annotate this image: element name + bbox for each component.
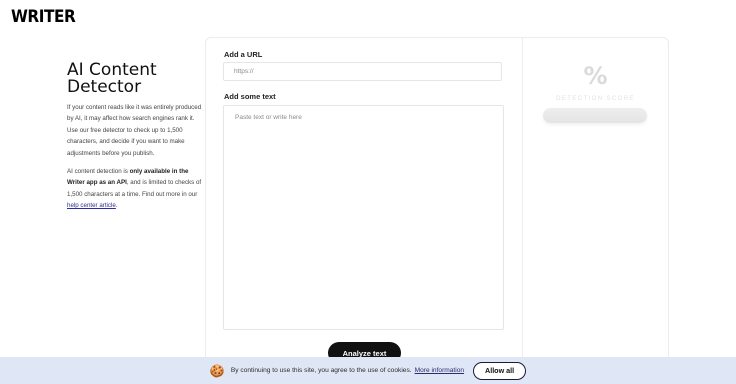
percent-icon: % bbox=[583, 62, 608, 90]
url-label: Add a URL bbox=[224, 50, 263, 59]
detector-card: Add a URL Add some text Analyze text % D… bbox=[205, 37, 669, 369]
allow-all-button[interactable]: Allow all bbox=[473, 361, 527, 380]
availability-paragraph: AI content detection is only available i… bbox=[67, 166, 202, 212]
url-input[interactable] bbox=[223, 62, 502, 81]
cookie-text: By continuing to use this site, you agre… bbox=[230, 367, 412, 374]
page-title: AI Content Detector bbox=[67, 60, 157, 97]
cookie-icon: 🍪 bbox=[209, 363, 225, 378]
cookie-banner: 🍪 By continuing to use this site, you ag… bbox=[0, 357, 736, 384]
detection-score-label: DETECTION SCORE bbox=[556, 96, 635, 102]
detection-score-bar bbox=[543, 108, 647, 123]
writer-logo[interactable]: WRITER bbox=[11, 7, 76, 27]
availability-suffix: . bbox=[115, 202, 118, 210]
more-information-link[interactable]: More information bbox=[415, 367, 464, 374]
text-input[interactable] bbox=[223, 105, 504, 330]
help-center-link[interactable]: help center article bbox=[67, 202, 116, 209]
intro-paragraph: If your content reads like it was entire… bbox=[67, 104, 202, 157]
availability-prefix: AI content detection is bbox=[67, 168, 130, 176]
text-label: Add some text bbox=[224, 92, 276, 101]
intro-section: AI Content Detector If your content read… bbox=[67, 62, 202, 219]
